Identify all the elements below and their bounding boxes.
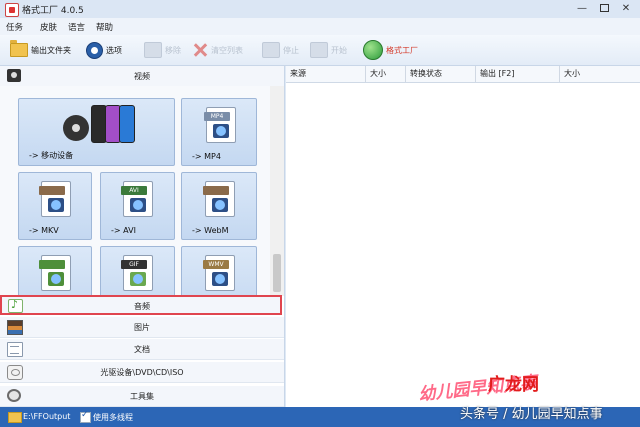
remove-label: 移除 [165, 45, 181, 55]
tile-format-6-icon [39, 255, 71, 291]
webm-tag [203, 186, 229, 195]
menu-task[interactable]: 任务 [6, 21, 23, 33]
image-icon [130, 272, 146, 286]
tile-mkv[interactable]: -> MKV [18, 172, 92, 240]
wmv-icon: WMV [203, 255, 235, 291]
category-image-label: 图片 [134, 323, 150, 332]
maximize-icon [599, 4, 609, 12]
stop-button[interactable]: 停止 [262, 40, 299, 60]
output-folder-button[interactable]: 输出文件夹 [10, 40, 71, 60]
toolbar: 输出文件夹 选项 移除 清空列表 停止 开始 格式工厂 [0, 35, 640, 66]
webm-icon [203, 181, 235, 217]
category-audio-label: 音频 [134, 302, 150, 311]
category-disc[interactable]: 光驱设备\DVD\CD\ISO [0, 362, 284, 383]
category-video[interactable]: 视频 [0, 66, 284, 87]
category-disc-label: 光驱设备\DVD\CD\ISO [100, 368, 184, 377]
window-title: 格式工厂 4.0.5 [22, 6, 84, 16]
task-list[interactable] [286, 83, 640, 407]
clear-list-button[interactable]: 清空列表 [192, 40, 243, 60]
menu-bar: 任务 皮肤 语言 帮助 [0, 18, 640, 35]
globe-icon [363, 40, 383, 60]
tile-avi[interactable]: AVI -> AVI [100, 172, 175, 240]
film-reel-icon [48, 272, 64, 286]
category-audio[interactable]: 音频 [0, 295, 282, 315]
category-video-label: 视频 [134, 72, 150, 81]
film-reel-icon [48, 198, 64, 212]
category-tools-label: 工具集 [130, 392, 154, 401]
menu-help[interactable]: 帮助 [96, 21, 113, 33]
scrollbar-thumb[interactable] [273, 254, 281, 292]
tile-webm-label: -> WebM [192, 226, 229, 235]
tile-mp4[interactable]: MP4 -> MP4 [181, 98, 257, 166]
task-list-header: 来源 大小 转换状态 输出 [F2] 大小 [286, 66, 640, 83]
gif-tag: GIF [121, 260, 147, 269]
options-icon [86, 41, 103, 59]
tile-mobile-label: -> 移动设备 [29, 151, 74, 160]
options-button[interactable]: 选项 [86, 40, 122, 60]
column-output[interactable]: 输出 [F2] [476, 66, 560, 82]
options-label: 选项 [106, 45, 122, 55]
category-document[interactable]: 文档 [0, 339, 284, 360]
column-source[interactable]: 来源 [286, 66, 366, 82]
phone-icon [119, 105, 135, 143]
title-bar: 格式工厂 4.0.5 — ✕ [0, 0, 640, 19]
mobile-device-icon [63, 105, 135, 147]
film-reel-icon [130, 198, 146, 212]
folder-icon [10, 40, 28, 57]
category-panel: 视频 -> 移动设备 MP4 -> MP4 -> MKV AVI -> AVI … [0, 66, 285, 407]
film-reel-icon [212, 198, 228, 212]
app-logo-icon [5, 3, 19, 17]
column-size[interactable]: 大小 [366, 66, 406, 82]
mp4-tag: MP4 [204, 112, 230, 121]
menu-skin[interactable]: 皮肤 [40, 21, 57, 33]
output-folder-label: 输出文件夹 [31, 45, 71, 55]
tile-mkv-label: -> MKV [29, 226, 59, 235]
category-image[interactable]: 图片 [0, 317, 284, 338]
tile-avi-label: -> AVI [111, 226, 136, 235]
avi-icon: AVI [121, 181, 153, 217]
column-output-size[interactable]: 大小 [560, 66, 640, 82]
folder-icon[interactable] [8, 412, 22, 423]
maximize-button[interactable] [594, 2, 614, 16]
clear-icon [192, 42, 208, 58]
tile-format-6[interactable] [18, 246, 92, 296]
stop-label: 停止 [283, 45, 299, 55]
tile-webm[interactable]: -> WebM [181, 172, 257, 240]
brand-button[interactable]: 格式工厂 [363, 40, 418, 60]
watermark-brand: 广龙网 [488, 375, 539, 395]
film-reel-icon [212, 272, 228, 286]
multithread-label: 使用多线程 [93, 413, 133, 422]
wmv-tag: WMV [203, 260, 229, 269]
stop-icon [262, 42, 280, 58]
film-reel-icon [213, 124, 229, 138]
minimize-button[interactable]: — [572, 2, 592, 16]
video-tile-grid: -> 移动设备 MP4 -> MP4 -> MKV AVI -> AVI -> … [0, 86, 270, 296]
remove-button[interactable]: 移除 [144, 40, 181, 60]
remove-icon [144, 42, 162, 58]
tile-gif[interactable]: GIF [100, 246, 175, 296]
tile-mobile-device[interactable]: -> 移动设备 [18, 98, 175, 166]
close-button[interactable]: ✕ [616, 2, 636, 16]
watermark-caption: 头条号 / 幼儿园早知点事 [460, 407, 603, 422]
menu-language[interactable]: 语言 [68, 21, 85, 33]
brand-label: 格式工厂 [386, 45, 418, 55]
multithread-checkbox[interactable] [80, 410, 91, 423]
category-document-label: 文档 [134, 345, 150, 354]
tile-mp4-label: -> MP4 [192, 152, 221, 161]
category-tools[interactable]: 工具集 [0, 386, 284, 407]
mkv-tag [39, 186, 65, 195]
mp4-icon: MP4 [204, 107, 236, 143]
clear-list-label: 清空列表 [211, 45, 243, 55]
avi-tag: AVI [121, 186, 147, 195]
mkv-icon [39, 181, 71, 217]
tile-format-6-tag [39, 260, 65, 269]
start-label: 开始 [331, 45, 347, 55]
column-status[interactable]: 转换状态 [406, 66, 476, 82]
output-path[interactable]: E:\FFOutput [23, 412, 70, 421]
tile-wmv[interactable]: WMV [181, 246, 257, 296]
gif-icon: GIF [121, 255, 153, 291]
film-reel-icon [63, 115, 89, 141]
start-button[interactable]: 开始 [310, 40, 347, 60]
start-icon [310, 42, 328, 58]
